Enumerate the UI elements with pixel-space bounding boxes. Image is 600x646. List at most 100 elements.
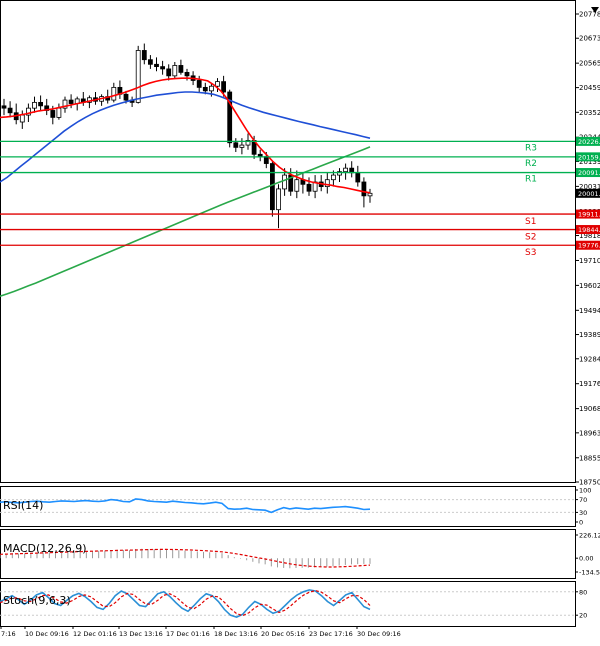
stoch-axis-label: 20 (579, 612, 587, 620)
candle (44, 98, 50, 116)
candle (324, 172, 330, 194)
candle-body-down (269, 163, 275, 211)
candle-body-up (215, 81, 220, 87)
candle (129, 96, 135, 107)
time-axis-label: 23 Dec 17:16 (309, 630, 353, 638)
price-axis-label: 20565. (579, 60, 600, 68)
price-axis-label: 19494. (579, 307, 600, 315)
candle-body-down (141, 50, 147, 61)
indicator-name: RSI(14) (3, 499, 43, 512)
candle (367, 188, 373, 203)
candle-body-down (355, 172, 361, 183)
level-label-s2: S2 (525, 233, 536, 243)
candle (80, 92, 86, 106)
level-price-tag-text: 20091. (578, 169, 600, 177)
candle (93, 92, 98, 105)
price-axis-label: 18855. (579, 454, 600, 462)
time-axis-label: 20 Dec 05:16 (261, 630, 305, 638)
candle-body-up (294, 179, 300, 192)
candle-body-up (172, 65, 178, 77)
candle (239, 138, 245, 155)
candle (62, 96, 68, 113)
candle-body-down (221, 81, 227, 93)
price-axis-label: 19068. (579, 405, 600, 413)
macd-axis-label: 226.12 (579, 532, 600, 540)
level-label-r3: R3 (525, 143, 537, 153)
settings-icon[interactable] (590, 0, 600, 13)
candle (337, 168, 342, 182)
candle (349, 161, 355, 178)
price-axis-label: 19176. (579, 380, 600, 388)
candle-body-down (123, 93, 129, 101)
candle-body-down (154, 63, 159, 68)
price-axis-label: 18750. (579, 479, 600, 487)
candle (166, 64, 172, 81)
level-label-s3: S3 (525, 248, 536, 258)
candle (111, 82, 117, 103)
price-axis-label: 19710. (579, 257, 600, 265)
trading-chart: 20778.20673.20565.20459.20352.20244.2013… (0, 0, 600, 642)
candle-body-up (330, 174, 336, 181)
candle-body-down (38, 101, 43, 107)
rsi-axis-label: 0 (579, 519, 583, 527)
time-axis-label: 13 Dec 13:16 (119, 630, 163, 638)
candle (117, 80, 123, 99)
ma-red-line (0, 77, 371, 194)
candle (32, 96, 37, 113)
candle (269, 161, 275, 217)
candle-body-down (178, 65, 184, 73)
candle-body-down (160, 66, 166, 70)
candle (99, 94, 104, 106)
candle-body-up (19, 114, 25, 123)
level-price-tag-text: 19911. (578, 211, 600, 219)
candle-body-down (306, 183, 312, 192)
time-axis-label: 17 Dec 01:16 (166, 630, 210, 638)
time-axis-label: 12 Dec 01:16 (73, 630, 117, 638)
rsi-line (0, 498, 371, 514)
candle-body-down (202, 86, 208, 92)
candle (172, 62, 178, 79)
candle (13, 103, 19, 125)
chart-canvas: 20778.20673.20565.20459.20352.20244.2013… (0, 0, 600, 638)
level-price-tag-text: 19776. (578, 242, 600, 250)
candle-body-up (111, 86, 117, 101)
candle (178, 59, 184, 75)
candle (160, 60, 166, 75)
candle (154, 57, 159, 72)
candle (147, 55, 153, 69)
candle-body-down (184, 71, 190, 77)
current-price-text: 20001. (578, 190, 600, 198)
candle (257, 149, 263, 162)
macd-axis-label: -134.58 (579, 569, 600, 577)
rsi-axis-label: 70 (579, 496, 587, 504)
price-axis-label: 18963. (579, 429, 600, 437)
candle (300, 172, 306, 194)
candle-body-down (1, 105, 7, 109)
candle-body-down (50, 110, 56, 118)
indicator-name: MACD(12,26,9) (3, 542, 87, 555)
candle-body-down (147, 59, 153, 65)
price-axis-label: 20673. (579, 35, 600, 43)
level-price-tag-text: 19844. (578, 226, 600, 234)
price-axis-label: 20352. (579, 109, 600, 117)
price-axis-label: 19284. (579, 355, 600, 363)
level-label-r2: R2 (525, 159, 537, 169)
candle-body-down (7, 107, 13, 114)
level-price-tag-text: 20226. (578, 138, 600, 146)
panel-frame (0, 0, 576, 483)
candle-body-up (135, 50, 141, 103)
panel-frame (0, 486, 576, 527)
candle-body-down (196, 80, 202, 88)
price-axis-label: 19602. (579, 282, 600, 290)
rsi-axis-label: 30 (579, 509, 587, 517)
candle-body-up (239, 144, 245, 148)
level-label-s1: S1 (525, 217, 536, 227)
candle-body-up (343, 167, 349, 173)
level-price-tag-text: 20159. (578, 153, 600, 161)
candle-body-down (68, 99, 74, 104)
ma-green-line (0, 146, 371, 297)
level-label-r1: R1 (525, 175, 537, 185)
candle-body-up (208, 85, 214, 92)
candle (312, 175, 318, 199)
rsi-axis-label: 100 (579, 487, 591, 495)
